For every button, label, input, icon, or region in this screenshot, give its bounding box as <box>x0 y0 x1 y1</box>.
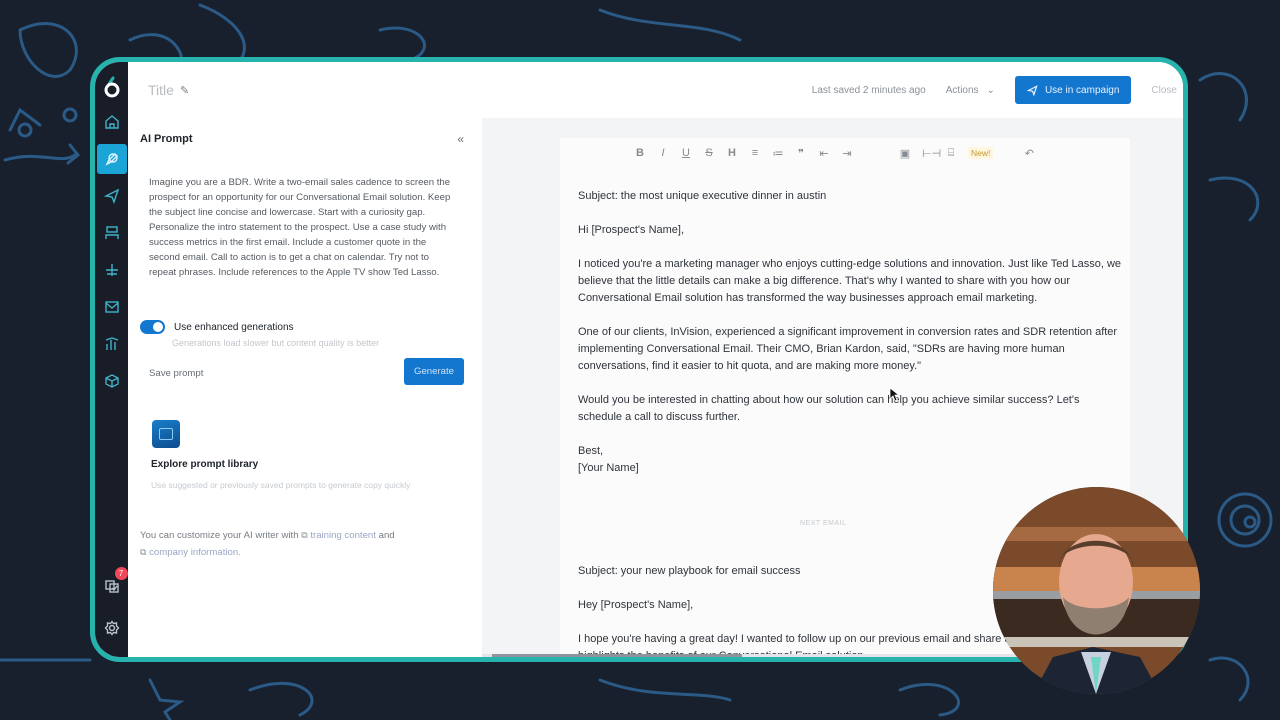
external-link-icon: ⧉ <box>140 547 147 557</box>
page-break-button[interactable]: ⌸ <box>945 147 957 160</box>
email-1-paragraph-1: I noticed you're a marketing manager who… <box>578 258 1122 304</box>
ai-prompt-panel: AI Prompt « Imagine you are a BDR. Write… <box>128 118 482 657</box>
sidebar-item-inbox[interactable] <box>97 292 127 322</box>
bold-button[interactable]: B <box>634 147 646 159</box>
tasks-badge: 7 <box>114 567 128 580</box>
actions-dropdown[interactable]: Actions ⌄ <box>946 85 995 96</box>
top-bar: Title ✎ Last saved 2 minutes ago Actions… <box>128 62 1183 118</box>
integrations-icon <box>104 374 119 388</box>
last-saved-status: Last saved 2 minutes ago <box>811 84 926 96</box>
tasks-icon <box>104 580 119 593</box>
email-1: Subject: the most unique executive dinne… <box>578 188 1123 477</box>
italic-button[interactable]: I <box>657 147 669 159</box>
logo-icon[interactable] <box>101 76 123 100</box>
email-1-greeting: Hi [Prospect's Name], <box>578 224 685 236</box>
sidebar-item-settings[interactable] <box>97 613 127 643</box>
outdent-button[interactable]: ⇤ <box>818 147 830 160</box>
sidebar-item-home[interactable] <box>97 107 127 137</box>
send-icon <box>1026 84 1038 96</box>
email-divider: NEXT EMAIL <box>800 520 847 527</box>
training-content-link[interactable]: training content <box>310 530 376 541</box>
prompt-library-icon[interactable] <box>152 420 180 448</box>
customize-note: You can customize your AI writer with ⧉ … <box>140 527 450 561</box>
sidebar-item-workflows[interactable] <box>97 255 127 285</box>
email-1-signature: [Your Name] <box>578 462 639 474</box>
use-in-campaign-label: Use in campaign <box>1044 84 1120 96</box>
generate-button[interactable]: Generate <box>404 358 464 385</box>
toggle-label: Use enhanced generations <box>174 321 294 333</box>
pencil-icon[interactable]: ✎ <box>180 84 189 97</box>
enhanced-generations-toggle[interactable] <box>140 320 165 334</box>
numbered-list-button[interactable]: ≔ <box>772 147 784 160</box>
sidebar-item-contacts[interactable] <box>97 218 127 248</box>
workflow-icon <box>105 264 118 276</box>
chevron-down-icon: ⌄ <box>986 84 995 96</box>
send-icon <box>103 188 119 204</box>
sidebar: 7 <box>95 62 128 657</box>
prompt-library-description: Use suggested or previously saved prompt… <box>151 480 411 490</box>
email-1-paragraph-3: Would you be interested in chatting abou… <box>578 394 1080 423</box>
gear-icon <box>104 620 119 636</box>
mouse-cursor-icon <box>890 388 900 402</box>
mail-icon <box>104 301 119 313</box>
analytics-icon <box>105 337 118 350</box>
title-editor[interactable]: Title ✎ <box>148 82 189 98</box>
sidebar-item-analytics[interactable] <box>97 329 127 359</box>
home-icon <box>104 115 119 129</box>
quote-button[interactable]: ❞ <box>795 147 807 160</box>
image-button[interactable]: ▣ <box>899 147 911 160</box>
presenter-video <box>993 487 1200 694</box>
customize-and: and <box>378 530 395 541</box>
email-1-signoff: Best, <box>578 445 604 457</box>
contacts-icon <box>104 226 119 239</box>
underline-button[interactable]: U <box>680 147 692 159</box>
scrollbar-thumb[interactable] <box>492 654 742 657</box>
bullet-list-button[interactable]: ≡ <box>749 147 761 159</box>
undo-button[interactable]: ↶ <box>1023 147 1035 160</box>
use-in-campaign-button[interactable]: Use in campaign <box>1014 76 1132 104</box>
company-information-link[interactable]: company information. <box>149 547 241 558</box>
formatting-toolbar: B I U S H ≡ ≔ ❞ ⇤ ⇥ ▣ ⊢⊣ ⌸ New! ↶ <box>634 144 1035 162</box>
ai-writer-icon <box>104 153 118 166</box>
toggle-description: Generations load slower but content qual… <box>172 338 380 348</box>
prompt-library-title[interactable]: Explore prompt library <box>151 459 258 470</box>
sidebar-item-integrations[interactable] <box>97 366 127 396</box>
close-button[interactable]: Close <box>1151 85 1177 96</box>
panel-title: AI Prompt <box>140 133 193 145</box>
divider-button[interactable]: ⊢⊣ <box>922 147 941 160</box>
external-link-icon: ⧉ <box>301 530 308 540</box>
sidebar-item-tasks[interactable]: 7 <box>97 567 128 601</box>
prompt-textarea[interactable]: Imagine you are a BDR. Write a two-email… <box>149 175 454 280</box>
indent-button[interactable]: ⇥ <box>841 147 853 160</box>
document-title[interactable]: Title <box>148 82 174 98</box>
email-1-subject: Subject: the most unique executive dinne… <box>578 190 827 202</box>
email-1-paragraph-2: One of our clients, InVision, experience… <box>578 326 1118 372</box>
strikethrough-button[interactable]: S <box>703 147 715 159</box>
customize-prefix: You can customize your AI writer with <box>140 530 299 541</box>
sidebar-item-campaigns[interactable] <box>97 181 127 211</box>
actions-label: Actions <box>945 84 979 96</box>
save-prompt-button[interactable]: Save prompt <box>149 368 203 379</box>
presenter-webcam <box>993 487 1200 694</box>
collapse-panel-icon[interactable]: « <box>457 132 464 146</box>
heading-button[interactable]: H <box>726 147 738 159</box>
new-badge: New! <box>968 147 994 159</box>
sidebar-item-ai-writer[interactable] <box>96 144 127 174</box>
